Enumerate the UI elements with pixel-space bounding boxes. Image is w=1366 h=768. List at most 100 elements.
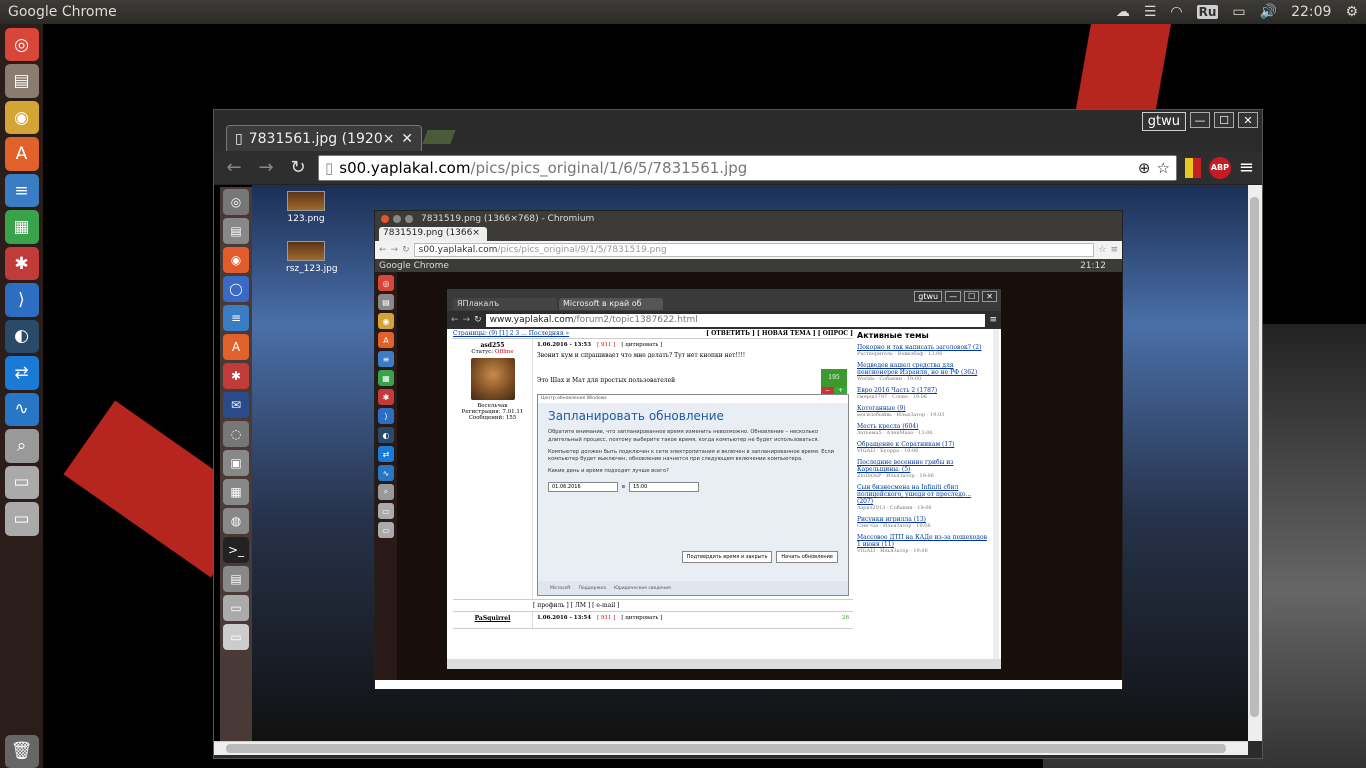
topic-link: Покорно и так написать заголовок? (2) — [857, 344, 982, 351]
gear-icon[interactable]: ⚙ — [1345, 4, 1358, 20]
adblock-plus-button[interactable]: ABP — [1208, 156, 1231, 179]
panel-title: Google Chrome — [379, 260, 449, 271]
scroll-thumb[interactable] — [226, 744, 1226, 753]
topic-meta: VIGAI3 · Буорра · 19:06 — [857, 448, 919, 454]
topic-pager: Страницы: (9) [1] 2 3 ... Последняя » [ … — [453, 329, 853, 339]
file-label: 123.png — [287, 214, 325, 224]
post-author-panel: asd255 Статус: Offline Весельчак Регистр… — [453, 339, 533, 599]
rating-buttons: − + — [821, 387, 847, 394]
battery-icon[interactable]: ▭ — [1232, 4, 1245, 20]
search-icon[interactable]: ⌕ — [4, 429, 39, 463]
software-center-icon[interactable]: A — [4, 137, 39, 171]
vertical-scrollbar — [993, 329, 999, 659]
system-monitor-icon: ∿ — [378, 465, 394, 481]
files-icon[interactable]: ▤ — [4, 64, 39, 98]
wifi-icon[interactable]: ◠ — [1170, 4, 1182, 20]
url-host: s00.yaplakal.com — [418, 245, 498, 255]
back-button[interactable]: ← — [222, 157, 246, 178]
clock[interactable]: 22:09 — [1291, 4, 1331, 20]
system-settings-icon[interactable]: ✱ — [4, 246, 39, 281]
list-icon[interactable]: ☰ — [1144, 4, 1157, 20]
vscode-icon[interactable]: ⟩ — [4, 283, 39, 317]
desktop-file-icon: 123.png — [286, 191, 326, 224]
date-select: 01.06.2016 — [548, 481, 618, 492]
tab-yaplakal: ЯПлакалъ — [453, 298, 557, 310]
avatar — [470, 358, 515, 400]
file-label: rsz_123.jpg — [286, 264, 338, 274]
list-item: Последние весенние грибы из Карельщины. … — [857, 459, 989, 479]
cloud-icon[interactable]: ☁ — [1116, 4, 1130, 20]
steam-icon[interactable]: ◐ — [4, 319, 39, 354]
calculator-icon: ▦ — [223, 479, 249, 505]
forward-icon: → — [390, 245, 399, 255]
address-bar: s00.yaplakal.com/pics/pics_original/9/1/… — [413, 243, 1095, 257]
list-item: Месть кресла (604) латьема5 · АлекМахо · … — [857, 423, 989, 436]
post-header: 1.06.2016 - 13:54 [ 911 ] [ цитировать ]… — [537, 615, 849, 621]
start-update-button: Начать обновление — [776, 551, 838, 563]
url-host: www.yaplakal.com — [489, 315, 574, 325]
nested-page-bottom — [375, 680, 1122, 689]
menu-icon[interactable]: ≡ — [1239, 157, 1254, 178]
topic-actions: [ ОТВЕТИТЬ ] [ НОВАЯ ТЕМА ] [ ОПРОС ] — [706, 330, 853, 337]
system-monitor-icon[interactable]: ∿ — [4, 392, 39, 427]
tab-title: ЯПлакалъ — [457, 299, 500, 308]
support-link: Поддержка — [578, 585, 606, 591]
top-panel: Google Chrome ☁ ☰ ◠ Ru ▭ 🔊 22:09 ⚙ — [0, 0, 1366, 24]
system-settings-icon: ✱ — [223, 363, 249, 389]
close-button[interactable]: ✕ — [1238, 112, 1258, 128]
tab-image: 7831519.png (1366× — [379, 227, 487, 241]
topic-meta: смерш1797 · Слово · 19:06 — [857, 394, 928, 400]
reload-button[interactable]: ↻ — [286, 157, 310, 178]
topic-meta: могилобыйвь · ИльяЗатор · 19:03 — [857, 412, 945, 418]
browser-toolbar: ← → ↻ s00.yaplakal.com/pics/pics_origina… — [375, 241, 1122, 259]
address-bar[interactable]: ▯ s00.yaplakal.com/pics/pics_original/1/… — [318, 154, 1177, 181]
close-button: ✕ — [982, 291, 997, 302]
files-icon: ▤ — [223, 566, 249, 592]
screenshot-launcher: ◎ ▤ ◉ ◯ ≡ A ✱ ✉ ◌ ▣ ▦ ◍ >_ ▤ ▭ ▭ — [220, 187, 252, 741]
zoom-icon[interactable]: ⊕ — [1138, 159, 1151, 177]
profile-button[interactable]: gtwu — [1141, 112, 1186, 131]
ubuntu-dash-icon: ◎ — [378, 275, 394, 291]
drive-icon[interactable]: ▭ — [4, 502, 39, 536]
close-dot-icon — [381, 215, 389, 223]
chrome-icon: ◉ — [378, 313, 394, 329]
tab-image[interactable]: ▯ 7831561.jpg (1920×1 ✕ — [226, 125, 422, 151]
trash-icon[interactable]: 🗑 — [4, 734, 39, 768]
chrome-icon[interactable]: ◉ — [4, 100, 39, 135]
vertical-scrollbar[interactable] — [1248, 185, 1262, 741]
post-date: 1.06.2016 - 13:53 — [537, 342, 592, 348]
teamviewer-icon[interactable]: ⇄ — [4, 356, 39, 390]
topic-link: Обращение к Соратникам (17) — [857, 441, 955, 448]
new-tab-button[interactable] — [422, 130, 456, 144]
post-footer-links: [ профиль ] [ ЛМ ] [ e-mail ] — [453, 600, 853, 612]
page-icon: ▯ — [235, 130, 243, 147]
ubuntu-dash-icon[interactable]: ◎ — [4, 28, 39, 62]
time-select: 15:00 — [628, 481, 699, 492]
menu-icon: ≡ — [1110, 245, 1118, 255]
maximize-button[interactable]: ☐ — [1214, 112, 1234, 128]
volume-icon[interactable]: 🔊 — [1260, 4, 1277, 20]
list-item: Медведев нашел средства для пенсионеров … — [857, 362, 989, 382]
minimize-button[interactable]: — — [1190, 112, 1210, 128]
at-label: в — [622, 483, 625, 490]
topic-link: Рисунки игрилла (13) — [857, 516, 926, 523]
libreoffice-calc-icon[interactable]: ▦ — [4, 210, 39, 244]
forward-button[interactable]: → — [254, 157, 278, 178]
horizontal-scrollbar[interactable] — [214, 741, 1248, 755]
topic-meta: Worlds · Собакин · 19:00 — [857, 376, 922, 382]
extension-flag-icon[interactable] — [1184, 157, 1201, 178]
topic-meta: VIGAI3 · ИльяЗатор · 19:06 — [857, 548, 928, 554]
ubuntu-dash-icon: ◎ — [223, 189, 249, 215]
close-tab-icon[interactable]: ✕ — [401, 131, 413, 147]
nested-launcher: ◎ ▤ ◉ A ≡ ▦ ✱ ⟩ ◐ ⇄ ∿ ⌕ ▭ ▭ — [375, 272, 397, 680]
address-bar: www.yaplakal.com/forum2/topic1387622.htm… — [485, 313, 986, 327]
vscode-icon: ⟩ — [378, 408, 394, 424]
scroll-thumb[interactable] — [1250, 197, 1259, 717]
forum-page: Страницы: (9) [1] 2 3 ... Последняя » [ … — [447, 329, 1001, 659]
libreoffice-writer-icon[interactable]: ≡ — [4, 173, 39, 208]
sidebar-title: Активные темы — [857, 331, 929, 340]
drive-icon[interactable]: ▭ — [4, 465, 39, 500]
keyboard-layout-indicator[interactable]: Ru — [1196, 5, 1219, 19]
forum-topic: Страницы: (9) [1] 2 3 ... Последняя » [ … — [453, 329, 853, 659]
bookmark-star-icon[interactable]: ☆ — [1156, 159, 1169, 177]
